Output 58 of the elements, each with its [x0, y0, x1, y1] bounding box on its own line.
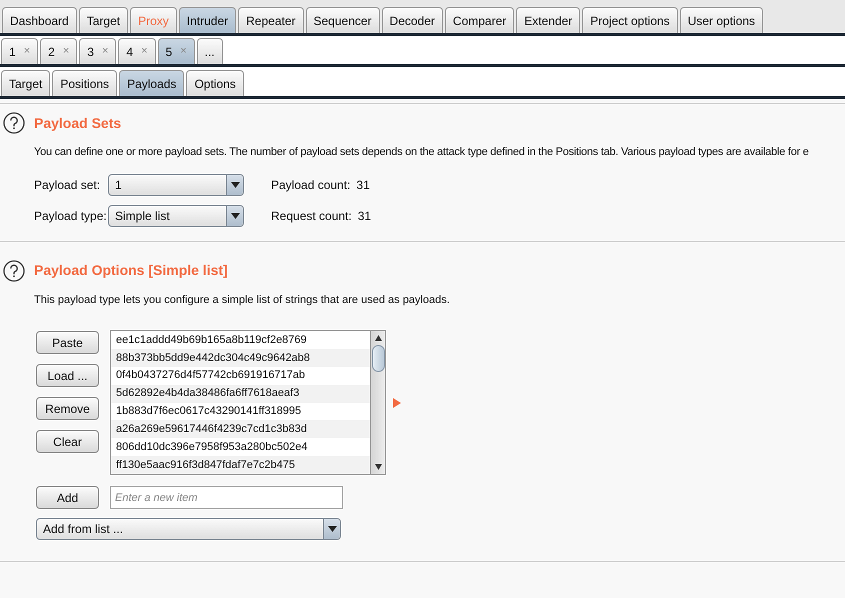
field-label: Payload set:: [34, 176, 102, 194]
new-item-field[interactable]: Enter a new item: [110, 486, 343, 509]
main-tab[interactable]: Intruder: [178, 7, 236, 33]
main-tab[interactable]: Dashboard: [2, 7, 77, 33]
expand-arrow-icon[interactable]: [393, 398, 401, 408]
dropdown[interactable]: Simple list: [108, 204, 244, 226]
attack-tab[interactable]: 1 ×: [1, 38, 38, 64]
sub-tab[interactable]: Positions: [52, 70, 118, 96]
tab-label: 5: [166, 44, 172, 60]
dropdown[interactable]: 1: [108, 174, 244, 196]
list-action-button[interactable]: Remove: [36, 397, 99, 420]
sub-tab[interactable]: Options: [186, 70, 244, 96]
list-action-button[interactable]: Clear: [36, 430, 99, 453]
attack-tab[interactable]: 5 ×: [158, 38, 195, 64]
payload-item[interactable]: 88b373bb5dd9e442dc304c49c9642ab8: [111, 348, 370, 367]
sub-tab[interactable]: Payloads: [119, 70, 184, 96]
payload-item[interactable]: 1b883d7f6ec0617c43290141ff318995: [111, 402, 370, 420]
tab-label: 1: [9, 44, 16, 60]
info-label: Request count:: [271, 208, 352, 224]
info-value: 31: [358, 208, 372, 224]
caret-icon: [328, 526, 336, 532]
scrollbar[interactable]: [370, 331, 385, 474]
caret-icon: [230, 182, 240, 188]
main-tab[interactable]: Project options: [582, 7, 678, 33]
attack-tab[interactable]: 4 ×: [118, 38, 156, 64]
payload-item[interactable]: ff130e5aac916f3d847fdaf7e7c2b475: [111, 456, 370, 474]
list-action-button[interactable]: Load ...: [36, 364, 99, 387]
section-description: You can define one or more payload sets. The number of payload sets depends on the attack type defined in the Positions tab. Various payload types are available for e: [34, 145, 810, 160]
new-tab-button[interactable]: ...: [196, 38, 223, 64]
main-tab[interactable]: Sequencer: [306, 7, 380, 33]
info-value: 31: [356, 176, 370, 194]
payload-item[interactable]: 5d62892e4b4da38486fa6ff7618aeaf3: [111, 384, 370, 402]
help-icon[interactable]: [3, 112, 25, 134]
field-label: Payload type:: [34, 208, 108, 224]
dropdown[interactable]: Add from list ...: [36, 518, 341, 540]
tab-label: 4: [126, 44, 134, 60]
sub-tab[interactable]: Target: [1, 70, 50, 96]
attack-tab[interactable]: 3 ×: [79, 38, 116, 64]
main-tab[interactable]: User options: [680, 7, 764, 33]
main-tab[interactable]: Extender: [516, 7, 580, 33]
section-title: Payload Options [Simple list]: [34, 261, 228, 280]
add-button[interactable]: Add: [36, 486, 99, 509]
tab-label: 3: [87, 44, 94, 60]
main-tab[interactable]: Repeater: [238, 7, 304, 33]
caret-icon: [230, 212, 240, 218]
tab-label: 2: [48, 44, 55, 60]
attack-tab[interactable]: 2 ×: [40, 38, 78, 64]
main-tab[interactable]: Comparer: [444, 7, 514, 33]
main-tab[interactable]: Target: [78, 7, 128, 33]
list-action-button[interactable]: Paste: [36, 331, 99, 354]
payload-item[interactable]: a26a269e59617446f4239c7cd1c3b83d: [111, 420, 370, 438]
help-icon[interactable]: [3, 260, 25, 282]
scroll-thumb[interactable]: [372, 345, 384, 372]
payload-list[interactable]: [110, 330, 386, 475]
section-title: Payload Sets: [34, 114, 122, 133]
section-description: This payload type lets you configure a simple list of strings that are used as payloads.: [34, 292, 451, 308]
main-tab[interactable]: Decoder: [382, 7, 443, 33]
info-label: Payload count:: [271, 176, 350, 194]
